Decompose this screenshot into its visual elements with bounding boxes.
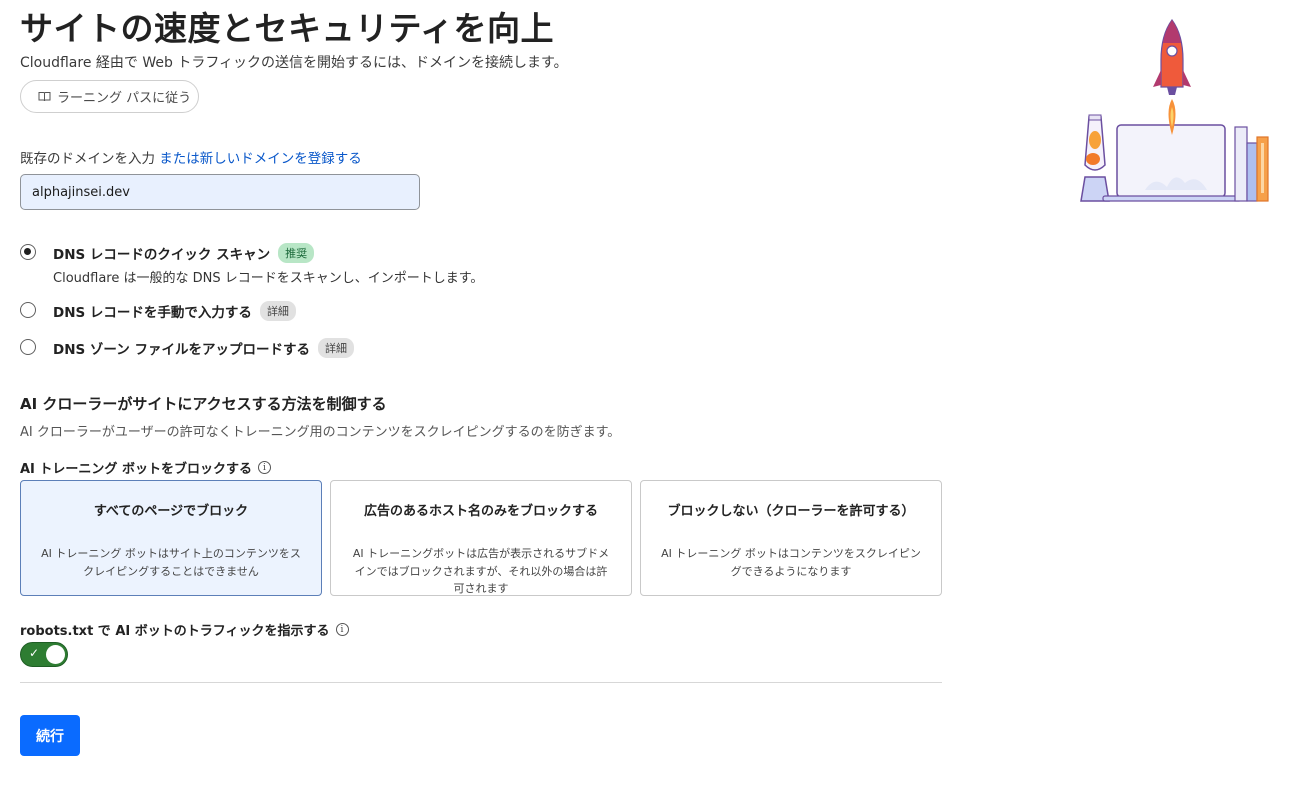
info-icon[interactable]: i <box>257 461 271 474</box>
rocket-icon <box>1153 18 1191 135</box>
domain-input[interactable] <box>20 174 420 210</box>
block-bots-label: AI トレーニング ボットをブロックする i <box>20 458 271 477</box>
card-description: AI トレーニングボットは広告が表示されるサブドメインではブロックされますが、そ… <box>352 547 610 596</box>
advanced-badge: 詳細 <box>317 338 354 358</box>
domain-label: 既存のドメインを入力 または新しいドメインを登録する <box>20 147 362 167</box>
card-description: AI トレーニング ボットはサイト上のコンテンツをスクレイピングすることはできま… <box>41 547 301 578</box>
domain-label-text: 既存のドメインを入力 <box>20 151 155 167</box>
dns-option-upload[interactable]: DNS ゾーン ファイルをアップロードする 詳細 <box>20 338 354 358</box>
robots-toggle[interactable]: ✓ <box>20 642 68 667</box>
robots-label-text: robots.txt で AI ボットのトラフィックを指示する <box>20 624 330 639</box>
continue-button[interactable]: 続行 <box>20 715 80 756</box>
dns-option-description: Cloudflare は一般的な DNS レコードをスキャンし、インポートします… <box>53 271 484 286</box>
dns-option-quick-scan[interactable]: DNS レコードのクイック スキャン 推奨 Cloudflare は一般的な D… <box>20 243 483 286</box>
card-title: すべてのページでブロック <box>93 504 249 519</box>
lava-lamp-icon <box>1080 114 1110 202</box>
dns-option-title: DNS ゾーン ファイルをアップロードする <box>53 342 310 358</box>
page-title: サイトの速度とセキュリティを向上 <box>20 9 555 48</box>
card-title: 広告のあるホスト名のみをブロックする <box>363 504 598 519</box>
dns-option-title: DNS レコードを手動で入力する <box>53 305 252 321</box>
divider <box>20 682 942 683</box>
radio-upload[interactable] <box>20 339 36 355</box>
advanced-badge: 詳細 <box>259 301 296 321</box>
toggle-knob <box>46 645 65 664</box>
rocket-laptop-illustration <box>1080 18 1269 202</box>
card-description: AI トレーニング ボットはコンテンツをスクレイピングできるようになります <box>661 547 921 578</box>
robots-label: robots.txt で AI ボットのトラフィックを指示する i <box>20 620 349 639</box>
register-domain-link[interactable]: または新しいドメインを登録する <box>159 151 362 167</box>
ai-section-title: AI クローラーがサイトにアクセスする方法を制御する <box>20 395 387 413</box>
card-title: ブロックしない（クローラーを許可する） <box>667 504 915 519</box>
block-bots-label-text: AI トレーニング ボットをブロックする <box>20 462 252 477</box>
books-icon <box>1234 126 1269 202</box>
block-option-ad-hosts[interactable]: 広告のあるホスト名のみをブロックする AI トレーニングボットは広告が表示される… <box>330 480 632 596</box>
check-icon: ✓ <box>29 646 40 660</box>
laptop-icon <box>1102 124 1242 202</box>
block-option-all-pages[interactable]: すべてのページでブロック AI トレーニング ボットはサイト上のコンテンツをスク… <box>20 480 322 596</box>
learning-path-button[interactable]: ラーニング パスに従う <box>20 80 199 113</box>
radio-manual[interactable] <box>20 302 36 318</box>
block-option-allow[interactable]: ブロックしない（クローラーを許可する） AI トレーニング ボットはコンテンツを… <box>640 480 942 596</box>
learning-path-label: ラーニング パスに従う <box>57 91 192 106</box>
radio-quick-scan[interactable] <box>20 244 36 260</box>
page-subtitle: Cloudflare 経由で Web トラフィックの送信を開始するには、ドメイン… <box>20 55 568 71</box>
info-icon[interactable]: i <box>335 623 349 636</box>
dns-option-title: DNS レコードのクイック スキャン <box>53 247 271 263</box>
dns-option-manual[interactable]: DNS レコードを手動で入力する 詳細 <box>20 301 296 321</box>
ai-section-description: AI クローラーがユーザーの許可なくトレーニング用のコンテンツをスクレイピングす… <box>20 425 621 440</box>
recommended-badge: 推奨 <box>278 243 315 263</box>
book-icon <box>38 92 51 102</box>
